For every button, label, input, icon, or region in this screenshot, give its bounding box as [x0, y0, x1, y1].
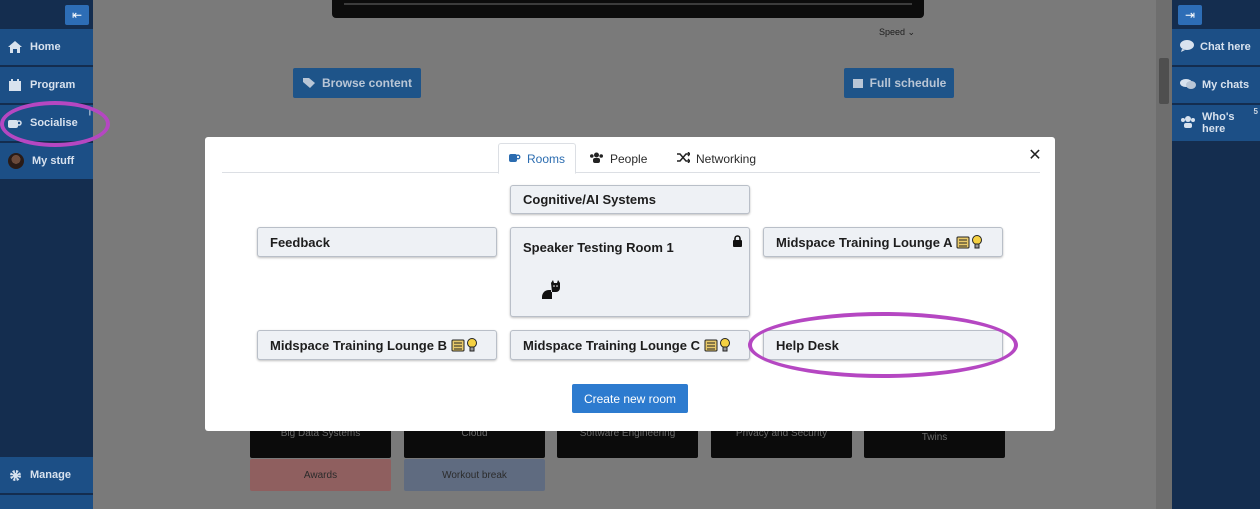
tab-rooms[interactable]: Rooms — [498, 143, 577, 174]
lock-icon — [732, 235, 743, 250]
tab-networking[interactable]: Networking — [667, 143, 766, 174]
rooms-modal: Rooms People Networking ✕ Cognitive/AI S… — [205, 137, 1055, 431]
coffee-icon — [509, 152, 521, 166]
shuffle-icon — [677, 151, 691, 166]
room-lounge-a[interactable]: Midspace Training Lounge A — [763, 227, 1003, 257]
annotation-circle-help-desk — [748, 312, 1018, 378]
page-scrollbar[interactable] — [1156, 0, 1172, 509]
speed-control[interactable]: Speed ⌄ — [879, 27, 915, 38]
room-speaker-testing[interactable]: Speaker Testing Room 1 — [510, 227, 750, 317]
tag-icon — [302, 78, 315, 88]
create-room-button[interactable]: Create new room — [572, 384, 688, 413]
close-icon[interactable]: ✕ — [1027, 145, 1043, 165]
avatar — [8, 153, 24, 169]
nav-program[interactable]: Program — [0, 67, 93, 103]
chat-icon — [1180, 39, 1194, 55]
home-icon — [8, 40, 22, 54]
cat-icon — [539, 279, 561, 304]
notebook-bulb-icon — [451, 338, 477, 352]
tab-people[interactable]: People — [579, 143, 657, 174]
modal-tabs: Rooms People Networking — [222, 143, 1040, 174]
users-icon — [1180, 115, 1196, 131]
expand-sidebar-button[interactable]: ⇥ — [1178, 5, 1202, 25]
notebook-bulb-icon — [704, 338, 730, 352]
calendar-icon — [852, 79, 863, 88]
video-player-bar[interactable] — [332, 0, 924, 18]
whos-here-count: 5 — [1253, 107, 1258, 116]
left-sidebar: ⇤ Home Program Socialise | My stuff Mana… — [0, 0, 93, 509]
room-feedback[interactable]: Feedback — [257, 227, 497, 257]
my-chats-item[interactable]: My chats — [1172, 67, 1260, 103]
scroll-thumb[interactable] — [1159, 58, 1169, 104]
whos-here-item[interactable]: Who's here 5 — [1172, 105, 1260, 141]
video-progress-track[interactable] — [344, 3, 912, 5]
chat-here-item[interactable]: Chat here — [1172, 29, 1260, 65]
chats-icon — [1180, 78, 1196, 93]
users-icon — [589, 152, 604, 166]
awards-tile[interactable]: Awards — [250, 459, 391, 491]
room-cognitive-ai[interactable]: Cognitive/AI Systems — [510, 185, 750, 214]
gear-icon — [8, 468, 22, 482]
nav-my-stuff[interactable]: My stuff — [0, 143, 93, 179]
annotation-circle-socialise — [0, 101, 110, 147]
browse-content-button[interactable]: Browse content — [293, 68, 421, 98]
full-schedule-button[interactable]: Full schedule — [844, 68, 954, 98]
nav-manage[interactable]: Manage — [0, 457, 93, 493]
right-sidebar: ⇥ Chat here My chats Who's here 5 — [1172, 0, 1260, 509]
collapse-sidebar-button[interactable]: ⇤ — [65, 5, 89, 25]
notebook-bulb-icon — [956, 235, 983, 249]
workout-tile[interactable]: Workout break — [404, 459, 545, 491]
nav-extra[interactable] — [0, 495, 93, 509]
room-lounge-c[interactable]: Midspace Training Lounge C — [510, 330, 750, 360]
nav-home[interactable]: Home — [0, 29, 93, 65]
calendar-icon — [8, 78, 22, 92]
room-lounge-b[interactable]: Midspace Training Lounge B — [257, 330, 497, 360]
